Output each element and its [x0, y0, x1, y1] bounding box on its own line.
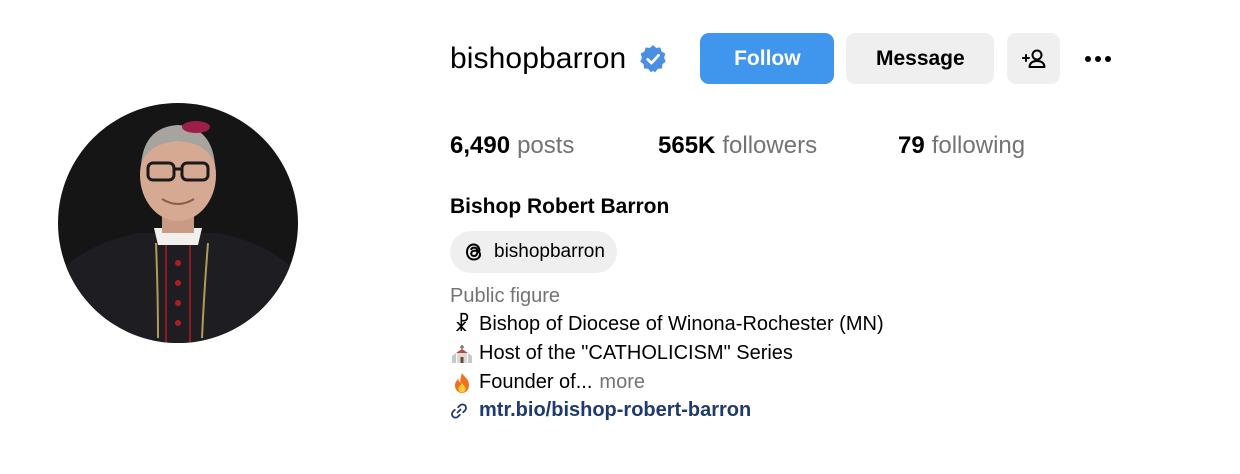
external-link-text: mtr.bio/bishop-robert-barron [479, 399, 752, 421]
bio-text: Host of the "CATHOLICISM" Series [479, 342, 793, 364]
followers-number: 565K [658, 132, 716, 159]
more-options-icon [1085, 55, 1092, 62]
suggested-accounts-button[interactable] [1007, 33, 1061, 84]
add-person-icon [1021, 49, 1046, 68]
profile-header-row: bishopbarron Follow Message [450, 33, 1120, 84]
more-options-button[interactable] [1076, 33, 1120, 84]
bio-text: Founder of... [479, 371, 593, 393]
bio-line: Host of the "CATHOLICISM" Series [450, 342, 793, 365]
message-button[interactable]: Message [846, 33, 995, 84]
avatar[interactable] [58, 103, 298, 343]
threads-handle: bishopbarron [494, 241, 605, 262]
threads-icon [465, 243, 482, 261]
profile-header: bishopbarron Follow Message 6,490 posts [0, 0, 1240, 474]
username: bishopbarron [450, 41, 627, 75]
threads-badge[interactable]: bishopbarron [450, 231, 617, 273]
bio-line: ☧ Bishop of Diocese of Winona-Rochester … [450, 313, 884, 336]
more-button[interactable]: more [599, 371, 645, 394]
posts-count[interactable]: 6,490 posts [450, 132, 658, 160]
profile-category: Public figure [450, 285, 561, 307]
bio-text: Bishop of Diocese of Winona-Rochester (M… [479, 313, 884, 335]
following-label: following [931, 132, 1026, 159]
external-link[interactable]: mtr.bio/bishop-robert-barron [450, 399, 751, 422]
bio-line: Founder of... more [450, 371, 645, 394]
posts-number: 6,490 [450, 132, 511, 159]
following-count[interactable]: 79 following [898, 132, 1025, 160]
church-icon [450, 343, 474, 365]
following-number: 79 [898, 132, 925, 159]
full-name: Bishop Robert Barron [450, 195, 670, 218]
profile-stats: 6,490 posts 565K followers 79 following [450, 130, 1025, 162]
fire-icon [450, 372, 474, 394]
follow-button[interactable]: Follow [700, 33, 835, 84]
posts-label: posts [517, 132, 575, 159]
link-icon [451, 402, 467, 419]
verified-badge-icon [638, 44, 668, 74]
chi-rho-icon: ☧ [454, 314, 470, 336]
profile-photo [58, 103, 298, 343]
followers-label: followers [722, 132, 818, 159]
followers-count[interactable]: 565K followers [658, 132, 898, 160]
